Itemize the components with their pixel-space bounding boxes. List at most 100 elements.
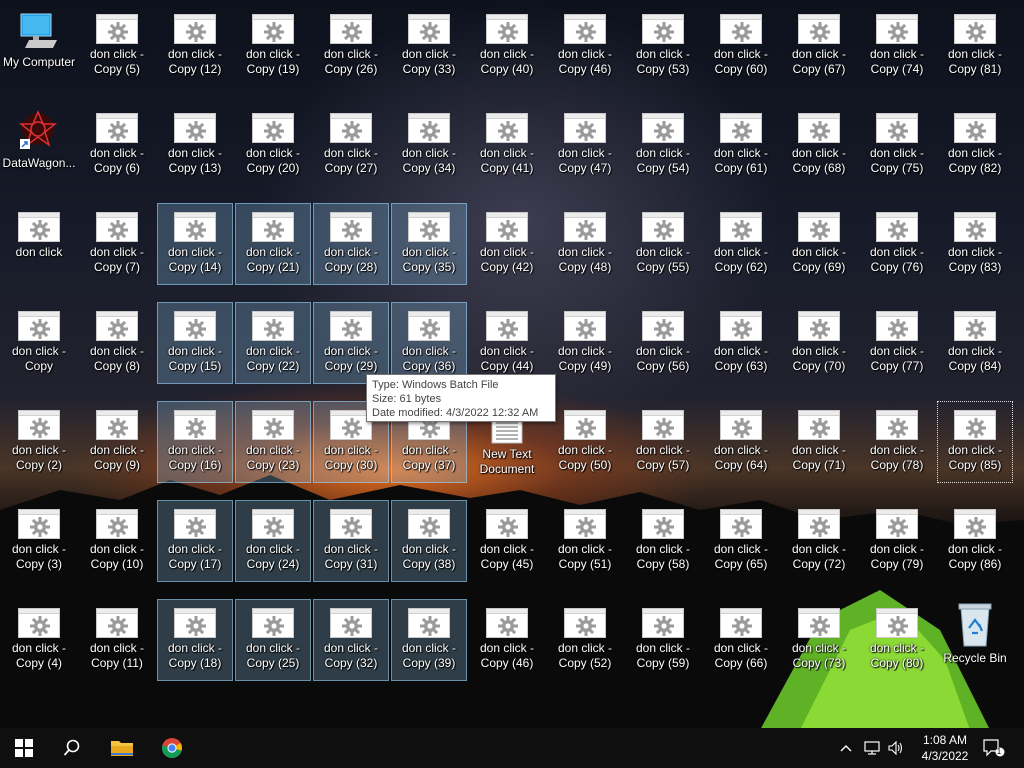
start-button[interactable] — [0, 728, 48, 768]
don-click-copy-6-file[interactable]: don click - Copy (6) — [79, 104, 155, 186]
don-click-copy-44-file[interactable]: don click - Copy (44) — [469, 302, 545, 384]
don-click-copy-59-file[interactable]: don click - Copy (59) — [625, 599, 701, 681]
don-click-copy-13-file[interactable]: don click - Copy (13) — [157, 104, 233, 186]
don-click-copy-32-file[interactable]: don click - Copy (32) — [313, 599, 389, 681]
don-click-copy-12-file[interactable]: don click - Copy (12) — [157, 5, 233, 87]
show-hidden-icons-button[interactable] — [836, 728, 856, 768]
don-click-copy-41-file[interactable]: don click - Copy (41) — [469, 104, 545, 186]
don-click-copy-2-file[interactable]: don click - Copy (2) — [1, 401, 77, 483]
don-click-copy-21-file[interactable]: don click - Copy (21) — [235, 203, 311, 285]
don-click-copy-45-file[interactable]: don click - Copy (45) — [469, 500, 545, 582]
don-click-copy-39-file[interactable]: don click - Copy (39) — [391, 599, 467, 681]
don-click-copy-5-file[interactable]: don click - Copy (5) — [79, 5, 155, 87]
don-click-copy-25-file[interactable]: don click - Copy (25) — [235, 599, 311, 681]
don-click-copy-79-file[interactable]: don click - Copy (79) — [859, 500, 935, 582]
chrome-button[interactable] — [148, 728, 196, 768]
don-click-copy-86-file[interactable]: don click - Copy (86) — [937, 500, 1013, 582]
don-click-copy-61-file[interactable]: don click - Copy (61) — [703, 104, 779, 186]
don-click-copy-31-file[interactable]: don click - Copy (31) — [313, 500, 389, 582]
don-click-copy-84-file[interactable]: don click - Copy (84) — [937, 302, 1013, 384]
don-click-copy-46-file[interactable]: don click - Copy (46) — [469, 599, 545, 681]
don-click-copy-82-file[interactable]: don click - Copy (82) — [937, 104, 1013, 186]
don-click-copy-67-file[interactable]: don click - Copy (67) — [781, 5, 857, 87]
don-click-copy-29-file[interactable]: don click - Copy (29) — [313, 302, 389, 384]
search-button[interactable] — [48, 728, 96, 768]
don-click-copy-53-file[interactable]: don click - Copy (53) — [625, 5, 701, 87]
don-click-copy-77-file[interactable]: don click - Copy (77) — [859, 302, 935, 384]
desktop[interactable]: My Computer DataWagon... don click don clic… — [0, 0, 1024, 728]
don-click-copy-80-file[interactable]: don click - Copy (80) — [859, 599, 935, 681]
don-click-copy-75-file[interactable]: don click - Copy (75) — [859, 104, 935, 186]
don-click-copy-66-file[interactable]: don click - Copy (66) — [703, 599, 779, 681]
don-click-copy-17-file[interactable]: don click - Copy (17) — [157, 500, 233, 582]
don-click-copy-15-file[interactable]: don click - Copy (15) — [157, 302, 233, 384]
don-click-copy-9-file[interactable]: don click - Copy (9) — [79, 401, 155, 483]
don-click-copy-28-file[interactable]: don click - Copy (28) — [313, 203, 389, 285]
don-click-copy-51-file[interactable]: don click - Copy (51) — [547, 500, 623, 582]
don-click-copy-24-file[interactable]: don click - Copy (24) — [235, 500, 311, 582]
network-button[interactable] — [860, 728, 884, 768]
don-click-copy-58-file[interactable]: don click - Copy (58) — [625, 500, 701, 582]
my-computer-shortcut[interactable]: My Computer — [1, 5, 77, 87]
don-click-copy-46-file[interactable]: don click - Copy (46) — [547, 5, 623, 87]
don-click-copy-33-file[interactable]: don click - Copy (33) — [391, 5, 467, 87]
recycle-bin[interactable]: Recycle Bin — [937, 599, 1013, 681]
don-click-copy-50-file[interactable]: don click - Copy (50) — [547, 401, 623, 483]
don-click-copy-68-file[interactable]: don click - Copy (68) — [781, 104, 857, 186]
icon-label: don click - Copy (73) — [791, 641, 847, 670]
don-click-copy-file[interactable]: don click - Copy — [1, 302, 77, 384]
don-click-copy-76-file[interactable]: don click - Copy (76) — [859, 203, 935, 285]
don-click-copy-64-file[interactable]: don click - Copy (64) — [703, 401, 779, 483]
don-click-copy-85-file[interactable]: don click - Copy (85) — [937, 401, 1013, 483]
gear-icon — [264, 418, 284, 438]
don-click-copy-14-file[interactable]: don click - Copy (14) — [157, 203, 233, 285]
don-click-copy-55-file[interactable]: don click - Copy (55) — [625, 203, 701, 285]
file-explorer-button[interactable] — [98, 728, 146, 768]
don-click-copy-47-file[interactable]: don click - Copy (47) — [547, 104, 623, 186]
don-click-copy-73-file[interactable]: don click - Copy (73) — [781, 599, 857, 681]
don-click-copy-3-file[interactable]: don click - Copy (3) — [1, 500, 77, 582]
don-click-copy-62-file[interactable]: don click - Copy (62) — [703, 203, 779, 285]
don-click-copy-36-file[interactable]: don click - Copy (36) — [391, 302, 467, 384]
don-click-copy-70-file[interactable]: don click - Copy (70) — [781, 302, 857, 384]
don-click-copy-38-file[interactable]: don click - Copy (38) — [391, 500, 467, 582]
don-click-copy-78-file[interactable]: don click - Copy (78) — [859, 401, 935, 483]
don-click-copy-42-file[interactable]: don click - Copy (42) — [469, 203, 545, 285]
don-click-copy-71-file[interactable]: don click - Copy (71) — [781, 401, 857, 483]
don-click-copy-4-file[interactable]: don click - Copy (4) — [1, 599, 77, 681]
taskbar-clock[interactable]: 1:08 AM 4/3/2022 — [910, 732, 980, 764]
don-click-copy-57-file[interactable]: don click - Copy (57) — [625, 401, 701, 483]
volume-button[interactable] — [884, 728, 908, 768]
don-click-copy-40-file[interactable]: don click - Copy (40) — [469, 5, 545, 87]
don-click-copy-48-file[interactable]: don click - Copy (48) — [547, 203, 623, 285]
don-click-copy-34-file[interactable]: don click - Copy (34) — [391, 104, 467, 186]
don-click-copy-56-file[interactable]: don click - Copy (56) — [625, 302, 701, 384]
don-click-copy-18-file[interactable]: don click - Copy (18) — [157, 599, 233, 681]
don-click-copy-83-file[interactable]: don click - Copy (83) — [937, 203, 1013, 285]
don-click-copy-8-file[interactable]: don click - Copy (8) — [79, 302, 155, 384]
don-click-copy-63-file[interactable]: don click - Copy (63) — [703, 302, 779, 384]
don-click-copy-23-file[interactable]: don click - Copy (23) — [235, 401, 311, 483]
don-click-copy-72-file[interactable]: don click - Copy (72) — [781, 500, 857, 582]
don-click-copy-7-file[interactable]: don click - Copy (7) — [79, 203, 155, 285]
don-click-copy-81-file[interactable]: don click - Copy (81) — [937, 5, 1013, 87]
notifications-button[interactable]: 1 — [980, 728, 1008, 768]
don-click-file[interactable]: don click — [1, 203, 77, 285]
don-click-copy-52-file[interactable]: don click - Copy (52) — [547, 599, 623, 681]
don-click-copy-20-file[interactable]: don click - Copy (20) — [235, 104, 311, 186]
don-click-copy-49-file[interactable]: don click - Copy (49) — [547, 302, 623, 384]
don-click-copy-16-file[interactable]: don click - Copy (16) — [157, 401, 233, 483]
don-click-copy-27-file[interactable]: don click - Copy (27) — [313, 104, 389, 186]
don-click-copy-74-file[interactable]: don click - Copy (74) — [859, 5, 935, 87]
don-click-copy-11-file[interactable]: don click - Copy (11) — [79, 599, 155, 681]
don-click-copy-10-file[interactable]: don click - Copy (10) — [79, 500, 155, 582]
don-click-copy-60-file[interactable]: don click - Copy (60) — [703, 5, 779, 87]
don-click-copy-35-file[interactable]: don click - Copy (35) — [391, 203, 467, 285]
don-click-copy-54-file[interactable]: don click - Copy (54) — [625, 104, 701, 186]
don-click-copy-19-file[interactable]: don click - Copy (19) — [235, 5, 311, 87]
don-click-copy-69-file[interactable]: don click - Copy (69) — [781, 203, 857, 285]
don-click-copy-22-file[interactable]: don click - Copy (22) — [235, 302, 311, 384]
don-click-copy-65-file[interactable]: don click - Copy (65) — [703, 500, 779, 582]
don-click-copy-26-file[interactable]: don click - Copy (26) — [313, 5, 389, 87]
datawagon-shortcut[interactable]: DataWagon... — [1, 104, 77, 186]
